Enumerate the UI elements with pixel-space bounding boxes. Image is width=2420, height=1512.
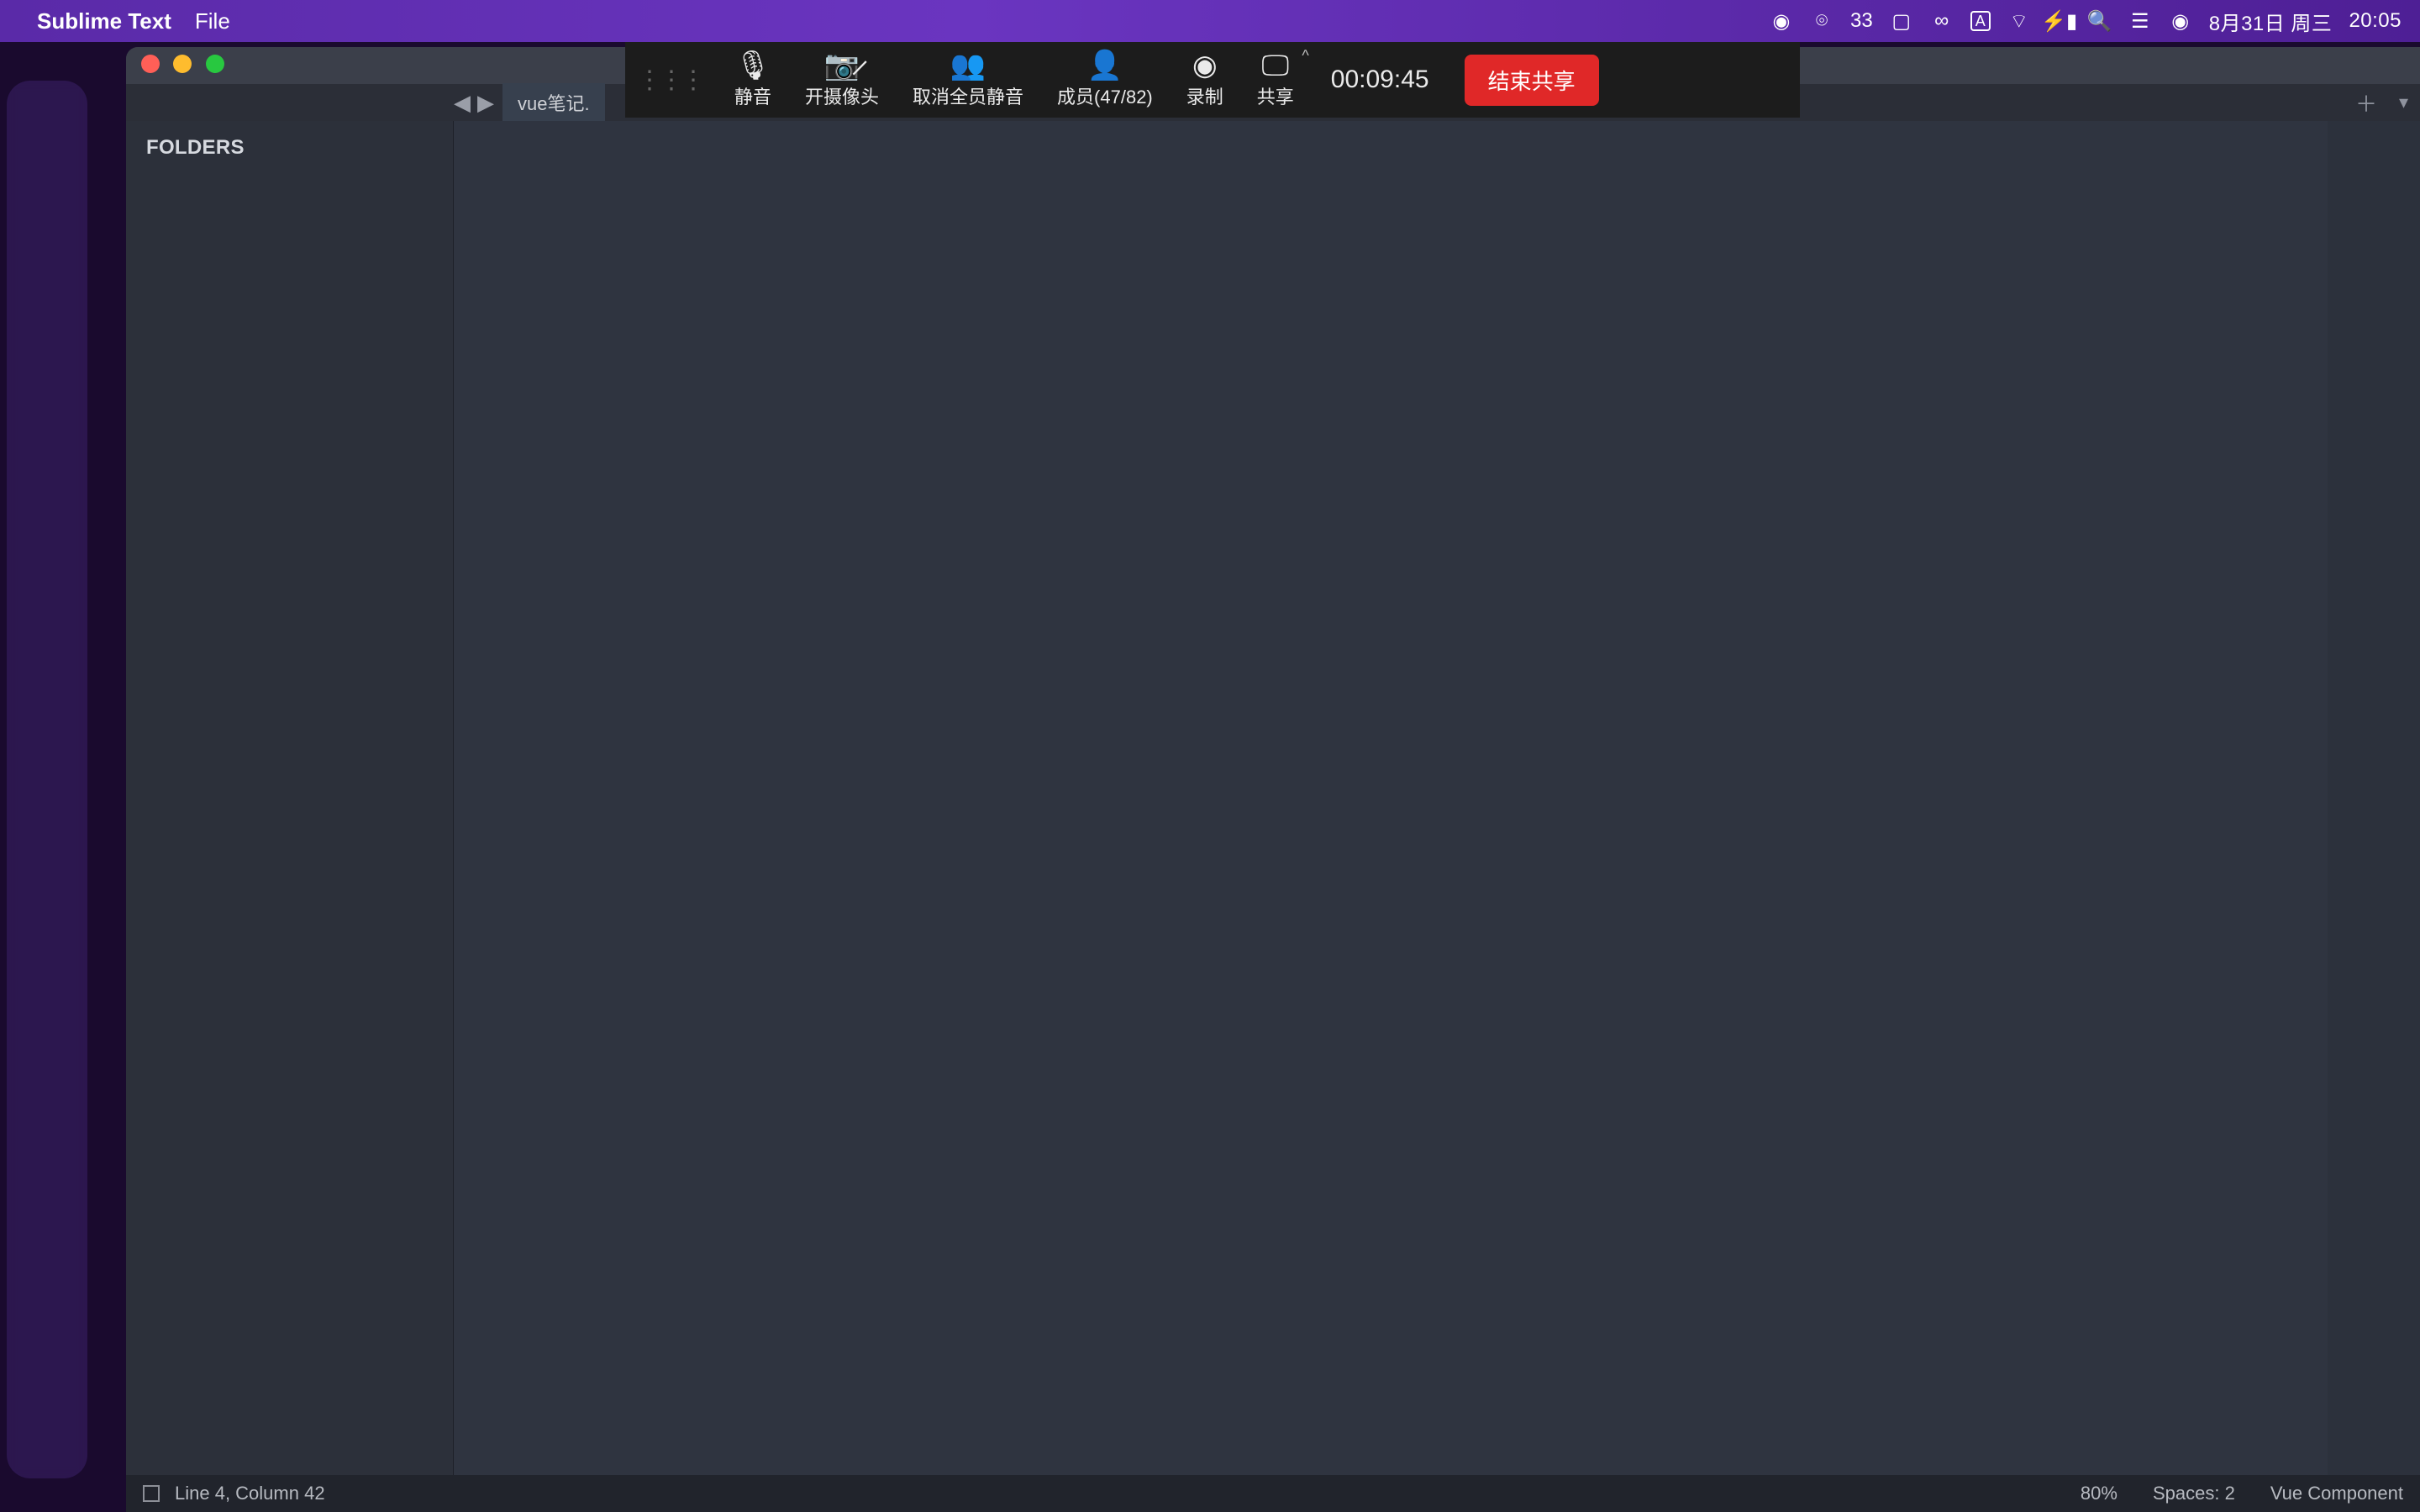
tab-forward-button[interactable]: ▶ xyxy=(477,90,494,116)
record-indicator-icon[interactable]: ◉ xyxy=(1770,9,1793,33)
code-editor[interactable] xyxy=(454,121,2420,1475)
traffic-lights xyxy=(141,55,234,77)
menubar-app-name[interactable]: Sublime Text xyxy=(37,8,171,34)
menubar-time[interactable]: 20:05 xyxy=(2349,9,2402,33)
macos-menubar: Sublime Text File ◉ ⌾ 33 ▢ ∞ A ⌔ ⚡▮ 🔍 ☰ … xyxy=(0,0,2420,42)
tab-history-nav: ◀ ▶ xyxy=(454,90,494,116)
macos-dock xyxy=(7,81,87,1478)
wifi-icon[interactable]: ⌔ xyxy=(2007,9,2031,33)
microphone-icon: 🎙 xyxy=(734,50,771,81)
camera-off-icon: 📷̷ xyxy=(824,50,860,81)
zoom-mute-label: 静音 xyxy=(734,82,771,109)
sidebar[interactable]: FOLDERS xyxy=(126,121,454,1475)
close-window-button[interactable] xyxy=(141,55,160,73)
sublime-window: UNREGISTERE ◀ ▶ vue笔记. ＋ ▾ FOLDERS Line … xyxy=(126,47,2420,1512)
status-zoom[interactable]: 80% xyxy=(2081,1483,2118,1504)
line-number-gutter[interactable] xyxy=(454,121,580,1475)
zoom-window-button[interactable] xyxy=(206,55,224,73)
tab-menu-button[interactable]: ▾ xyxy=(2387,92,2420,113)
new-tab-button[interactable]: ＋ xyxy=(2345,87,2387,118)
cloud-sync-icon[interactable]: ∞ xyxy=(1930,9,1954,33)
zoom-members-button[interactable]: 👤 成员(47/82) xyxy=(1040,42,1170,118)
zoom-toolbar[interactable]: ⋮⋮⋮ 🎙 静音 📷̷ 开摄像头 👥 取消全员静音 👤 成员(47/82) ◉ … xyxy=(625,42,1800,118)
input-source-icon[interactable]: A xyxy=(1970,11,1991,31)
menubar-right: ◉ ⌾ 33 ▢ ∞ A ⌔ ⚡▮ 🔍 ☰ ◉ 8月31日 周三 20:05 xyxy=(1770,7,2402,36)
record-icon: ◉ xyxy=(1192,50,1218,81)
sidebar-header: FOLDERS xyxy=(126,121,453,168)
menubar-date[interactable]: 8月31日 周三 xyxy=(2209,7,2333,36)
siri-icon[interactable]: ◉ xyxy=(2169,9,2192,33)
status-indent[interactable]: Spaces: 2 xyxy=(2153,1483,2235,1504)
zoom-camera-label: 开摄像头 xyxy=(805,82,879,109)
chevron-up-icon[interactable]: ^ xyxy=(1302,47,1308,65)
tab-back-button[interactable]: ◀ xyxy=(454,90,471,116)
status-bar: Line 4, Column 42 80% Spaces: 2 Vue Comp… xyxy=(126,1475,2420,1512)
minimap[interactable] xyxy=(2328,121,2420,1475)
zoom-record-button[interactable]: ◉ 录制 xyxy=(1170,42,1240,118)
zoom-grip-icon[interactable]: ⋮⋮⋮ xyxy=(625,66,718,95)
status-syntax[interactable]: Vue Component xyxy=(2270,1483,2403,1504)
folder-tree xyxy=(126,168,453,171)
zoom-record-label: 录制 xyxy=(1186,82,1223,109)
status-cursor-position[interactable]: Line 4, Column 42 xyxy=(175,1483,325,1504)
share-screen-icon: 🖵 xyxy=(1261,50,1289,81)
code-area[interactable] xyxy=(580,121,2420,1475)
hammerspoon-icon[interactable]: ⌾ xyxy=(1810,9,1833,33)
spotlight-icon[interactable]: 🔍 xyxy=(2088,9,2112,33)
panel-switch-icon[interactable] xyxy=(143,1485,160,1502)
zoom-camera-button[interactable]: 📷̷ 开摄像头 xyxy=(788,42,896,118)
zoom-unmute-all-button[interactable]: 👥 取消全员静音 xyxy=(896,42,1040,118)
display-icon[interactable]: ▢ xyxy=(1890,9,1913,33)
control-center-icon[interactable]: ☰ xyxy=(2128,9,2152,33)
participants-icon: 👤 xyxy=(1087,50,1123,81)
zoom-timer: 00:09:45 xyxy=(1311,66,1449,94)
menubar-badge[interactable]: 33 xyxy=(1850,9,1873,33)
zoom-share-button[interactable]: 🖵 ^ 共享 xyxy=(1240,42,1311,118)
menu-file[interactable]: File xyxy=(195,8,230,34)
participants-mute-icon: 👥 xyxy=(950,50,986,81)
battery-icon[interactable]: ⚡▮ xyxy=(2048,9,2071,33)
minimize-window-button[interactable] xyxy=(173,55,192,73)
zoom-mute-button[interactable]: 🎙 静音 xyxy=(718,42,788,118)
editor-tab[interactable]: vue笔记. xyxy=(502,83,605,122)
zoom-unmute-all-label: 取消全员静音 xyxy=(913,82,1023,109)
zoom-end-share-button[interactable]: 结束共享 xyxy=(1465,55,1599,106)
zoom-members-label: 成员(47/82) xyxy=(1057,82,1153,109)
zoom-share-label: 共享 xyxy=(1257,82,1294,109)
